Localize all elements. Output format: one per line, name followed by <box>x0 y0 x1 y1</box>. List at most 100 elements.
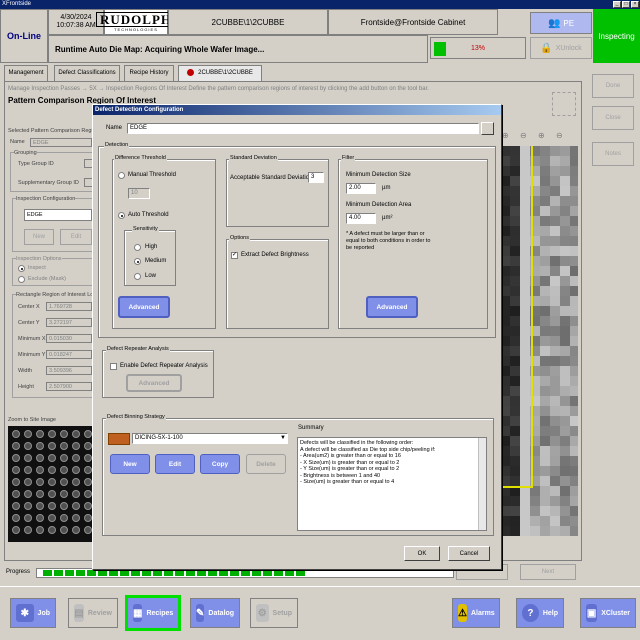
min-size-field[interactable]: 2.00 <box>346 183 376 194</box>
zoom-out-icon[interactable]: ⊖ <box>520 131 527 140</box>
unlock-button[interactable]: 🔒 XUnlock <box>530 37 592 59</box>
nav-alarms-button[interactable]: ⚠ Alarms <box>452 598 500 628</box>
next-button[interactable]: Next <box>520 564 576 580</box>
wafer-pixel <box>530 506 540 516</box>
wafer-pixel <box>510 426 520 436</box>
threshold-advanced-button[interactable]: Advanced <box>118 296 170 318</box>
rect-field-value[interactable]: 0.015030 <box>46 334 92 343</box>
maximize-button[interactable]: □ <box>622 1 630 8</box>
wafer-image[interactable] <box>500 146 578 536</box>
done-button[interactable]: Done <box>592 74 634 98</box>
wafer-pixel <box>550 366 560 376</box>
zoom-reset-icon[interactable]: ⊖ <box>556 131 563 140</box>
header-progress-label: 13% <box>470 45 485 52</box>
high-radio[interactable] <box>134 244 141 251</box>
rect-field-value[interactable]: 2.507900 <box>46 382 92 391</box>
binning-strategy-select[interactable]: DICING-5X-1-100 ▼ <box>132 433 288 444</box>
site-die <box>72 502 80 510</box>
wafer-pixel <box>510 496 520 506</box>
extract-brightness-checkbox[interactable]: ✓ <box>231 252 238 259</box>
progress-segment <box>241 570 250 576</box>
close-window-button[interactable]: × <box>631 1 639 8</box>
wafer-pixel <box>570 316 578 326</box>
progress-segment <box>219 570 228 576</box>
user-pe-button[interactable]: 👥 PE <box>530 12 592 34</box>
tab-recipe[interactable]: 2CUBBE\1\2CUBBE <box>178 65 262 81</box>
wafer-pixel <box>570 206 578 216</box>
recipe-title: 2CUBBE\1\2CUBBE <box>168 9 328 35</box>
nav-help-button[interactable]: ? Help <box>516 598 564 628</box>
binning-copy-button[interactable]: Copy <box>200 454 240 474</box>
binning-edit-button[interactable]: Edit <box>155 454 195 474</box>
wafer-pixel <box>520 326 530 336</box>
dialog-name-field[interactable]: EDGE <box>127 123 479 134</box>
wafer-pixel <box>520 456 530 466</box>
progress-segment <box>197 570 206 576</box>
wafer-pixel <box>540 186 550 196</box>
region-name-field[interactable]: EDGE <box>30 138 92 147</box>
filter-title: Filter <box>341 155 356 161</box>
nav-job-button[interactable]: ✱ Job <box>10 598 56 628</box>
min-area-unit: µm² <box>382 215 393 221</box>
filter-advanced-button[interactable]: Advanced <box>366 296 418 318</box>
site-die <box>60 514 68 522</box>
zoom-site-image[interactable] <box>8 426 94 542</box>
nav-recipes-button[interactable]: ▦ Recipes <box>125 595 181 631</box>
site-die <box>36 454 44 462</box>
zoom-fit-icon[interactable]: ⊕ <box>538 131 545 140</box>
wafer-pixel <box>560 476 570 486</box>
wafer-pixel <box>520 446 530 456</box>
tab-management[interactable]: Management <box>4 65 48 81</box>
wafer-pixel <box>560 256 570 266</box>
rect-field-value[interactable]: 3.509396 <box>46 366 92 375</box>
inspection-config-select[interactable]: EDGE <box>24 209 92 221</box>
wafer-pixel <box>550 466 560 476</box>
wafer-pixel <box>540 216 550 226</box>
rect-field-label: Height <box>18 384 34 390</box>
tab-defect-classifications[interactable]: Defect Classifications <box>54 65 120 81</box>
binning-delete-button[interactable]: Delete <box>246 454 286 474</box>
wafer-pixel <box>560 416 570 426</box>
date: 4/30/2024 <box>60 14 92 21</box>
binning-strategy-value: DICING-5X-1-100 <box>135 435 183 441</box>
name-browse-button[interactable] <box>481 122 494 135</box>
wafer-pixel <box>570 176 578 186</box>
wafer-pixel <box>570 226 578 236</box>
wafer-pixel <box>570 246 578 256</box>
rect-region-title: Rectangle Region of Interest Lo <box>16 292 94 298</box>
low-radio[interactable] <box>134 273 141 280</box>
repeater-advanced-button[interactable]: Advanced <box>126 374 182 392</box>
zoom-in-icon[interactable]: ⊕ <box>502 131 509 140</box>
auto-threshold-radio[interactable] <box>118 212 125 219</box>
diff-threshold-title: Difference Threshold <box>114 155 167 161</box>
exclude-radio[interactable] <box>18 276 25 283</box>
config-new-button[interactable]: New <box>24 229 54 245</box>
rect-field-value[interactable]: 0.018247 <box>46 350 92 359</box>
nav-xcluster-button[interactable]: ▣ XCluster <box>580 598 636 628</box>
site-die <box>48 466 56 474</box>
inspect-radio[interactable] <box>18 265 25 272</box>
ok-button[interactable]: OK <box>404 546 440 561</box>
min-area-field[interactable]: 4.00 <box>346 213 376 224</box>
enable-repeater-checkbox[interactable] <box>110 363 117 370</box>
manual-threshold-radio[interactable] <box>118 172 125 179</box>
manual-threshold-field[interactable]: 10 <box>128 188 150 199</box>
acceptable-std-dev-field[interactable]: 3 <box>308 172 324 183</box>
medium-radio[interactable] <box>134 258 141 265</box>
toolbar-crosshair-icon[interactable] <box>552 92 576 116</box>
nav-datalog-button[interactable]: ✎ Datalog <box>190 598 240 628</box>
site-die <box>72 430 80 438</box>
rect-field-value[interactable]: 1.769728 <box>46 302 92 311</box>
nav-setup-button[interactable]: ⚙ Setup <box>250 598 298 628</box>
wafer-pixel <box>540 346 550 356</box>
cancel-button[interactable]: Cancel <box>448 546 490 561</box>
tab-recipe-history[interactable]: Recipe History <box>124 65 174 81</box>
notes-button[interactable]: Notes <box>592 142 634 166</box>
summary-scrollbar[interactable] <box>478 438 486 530</box>
minimize-button[interactable]: _ <box>613 1 621 8</box>
close-button[interactable]: Close <box>592 106 634 130</box>
binning-new-button[interactable]: New <box>110 454 150 474</box>
nav-review-button[interactable]: ▤ Review <box>68 598 118 628</box>
config-edit-button[interactable]: Edit <box>60 229 92 245</box>
rect-field-value[interactable]: 3.272197 <box>46 318 92 327</box>
